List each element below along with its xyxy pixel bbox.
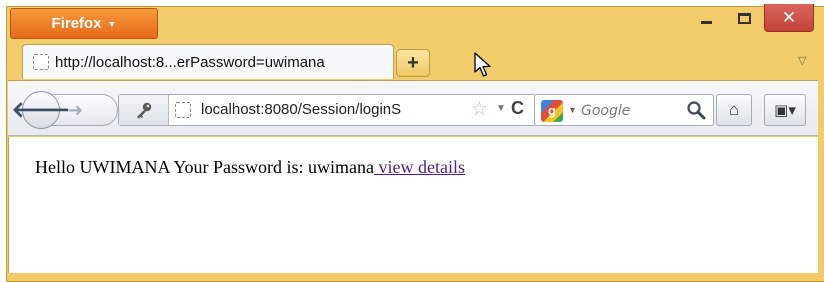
maximize-button[interactable] — [726, 4, 762, 32]
key-icon — [136, 102, 151, 119]
url-text[interactable]: localhost:8080/Session/loginS — [201, 101, 467, 121]
minimize-icon — [700, 20, 712, 24]
page-message: Hello UWIMANA Your Password is: uwimana … — [35, 157, 465, 178]
search-input[interactable] — [581, 101, 681, 121]
firefox-menu-button[interactable]: Firefox ▼ — [10, 8, 158, 39]
bookmarks-icon: ▣▾ — [774, 102, 796, 119]
page-icon — [175, 102, 191, 118]
close-button[interactable]: ✕ — [764, 4, 814, 32]
new-tab-button[interactable]: + — [396, 49, 430, 77]
engine-letter: g — [548, 103, 556, 118]
view-details-link[interactable]: view details — [374, 157, 465, 177]
search-bar[interactable]: g ▼ — [534, 94, 714, 126]
tab-active[interactable]: http://localhost:8...erPassword=uwimana — [22, 44, 394, 79]
page-content: Hello UWIMANA Your Password is: uwimana … — [8, 137, 818, 273]
close-icon: ✕ — [781, 7, 797, 27]
minimize-button[interactable] — [688, 4, 724, 32]
firefox-menu-label: Firefox — [51, 15, 102, 32]
home-icon: ⌂ — [728, 100, 740, 119]
window-bottom-edge — [8, 273, 818, 276]
maximize-icon — [737, 12, 751, 24]
address-bar[interactable]: localhost:8080/Session/loginS ☆ ▼ C — [118, 94, 536, 126]
bookmarks-button[interactable]: ▣▾ — [764, 94, 806, 126]
mouse-cursor-icon — [474, 52, 491, 77]
navigation-toolbar: ➜ 🡐 localhost:8080/Session/loginS ☆ ▼ C … — [8, 80, 818, 136]
chevron-down-icon: ▼ — [107, 18, 117, 29]
list-all-tabs-button[interactable]: ▽ — [798, 54, 806, 67]
page-icon — [33, 54, 49, 70]
plus-icon: + — [407, 51, 419, 74]
search-icon[interactable] — [685, 99, 707, 121]
tab-title: http://localhost:8...erPassword=uwimana — [55, 53, 325, 71]
reload-icon[interactable]: C — [511, 98, 524, 119]
tab-list-icon: ▽ — [798, 55, 807, 67]
bookmark-star-icon[interactable]: ☆ — [471, 98, 488, 121]
home-button[interactable]: ⌂ — [716, 94, 752, 126]
history-dropdown-icon[interactable]: ▼ — [496, 103, 506, 114]
back-arrow-icon: 🡐 — [11, 97, 71, 122]
google-logo-icon[interactable]: g — [541, 100, 563, 122]
engine-dropdown-icon[interactable]: ▼ — [568, 105, 577, 115]
site-identity-button[interactable] — [119, 95, 169, 125]
greeting-text: Hello UWIMANA Your Password is: uwimana — [35, 157, 374, 177]
back-button[interactable]: 🡐 — [12, 91, 71, 129]
